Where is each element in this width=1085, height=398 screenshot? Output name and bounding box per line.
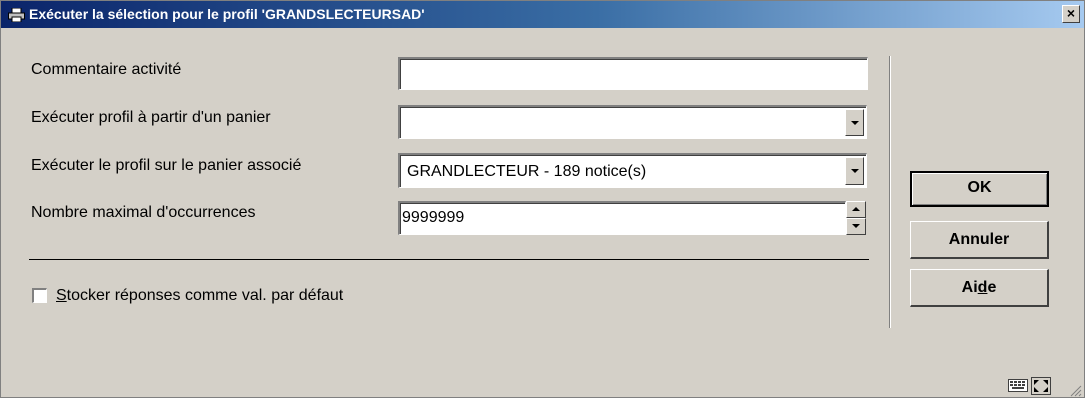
close-icon: × — [1066, 5, 1076, 21]
store-defaults-label[interactable]: Stocker réponses comme val. par défaut — [56, 287, 343, 305]
resize-icon[interactable] — [1031, 377, 1051, 395]
store-defaults-checkbox[interactable] — [32, 288, 47, 303]
vertical-divider — [889, 56, 891, 328]
spin-down-icon[interactable] — [846, 218, 866, 235]
printer-icon — [8, 8, 25, 22]
assoc-basket-select[interactable]: GRANDLECTEUR - 189 notice(s) — [398, 153, 867, 188]
comment-label: Commentaire activité — [31, 61, 182, 78]
max-occurrences-input[interactable]: 9999999 — [398, 201, 846, 235]
spin-up-icon[interactable] — [846, 201, 866, 218]
assoc-basket-label: Exécuter le profil sur le panier associé — [31, 157, 302, 174]
close-button[interactable]: × — [1062, 5, 1080, 23]
size-grip-icon[interactable] — [1068, 383, 1082, 397]
max-occurrences-label: Nombre maximal d'occurrences — [31, 204, 256, 221]
window-title: Exécuter la sélection pour le profil 'GR… — [29, 6, 425, 22]
dropdown-arrow-icon[interactable] — [845, 109, 864, 136]
cancel-button[interactable]: Annuler — [910, 221, 1049, 259]
keyboard-icon[interactable] — [1008, 377, 1028, 393]
help-button[interactable]: Aide — [910, 269, 1049, 307]
dialog-window: Exécuter la sélection pour le profil 'GR… — [0, 0, 1085, 398]
horizontal-divider — [29, 259, 869, 260]
basket-label: Exécuter profil à partir d'un panier — [31, 109, 271, 126]
basket-select[interactable] — [398, 105, 867, 139]
comment-input[interactable] — [398, 57, 868, 90]
ok-button[interactable]: OK — [910, 171, 1049, 207]
title-bar: Exécuter la sélection pour le profil 'GR… — [1, 1, 1084, 28]
dropdown-arrow-icon[interactable] — [845, 157, 864, 185]
